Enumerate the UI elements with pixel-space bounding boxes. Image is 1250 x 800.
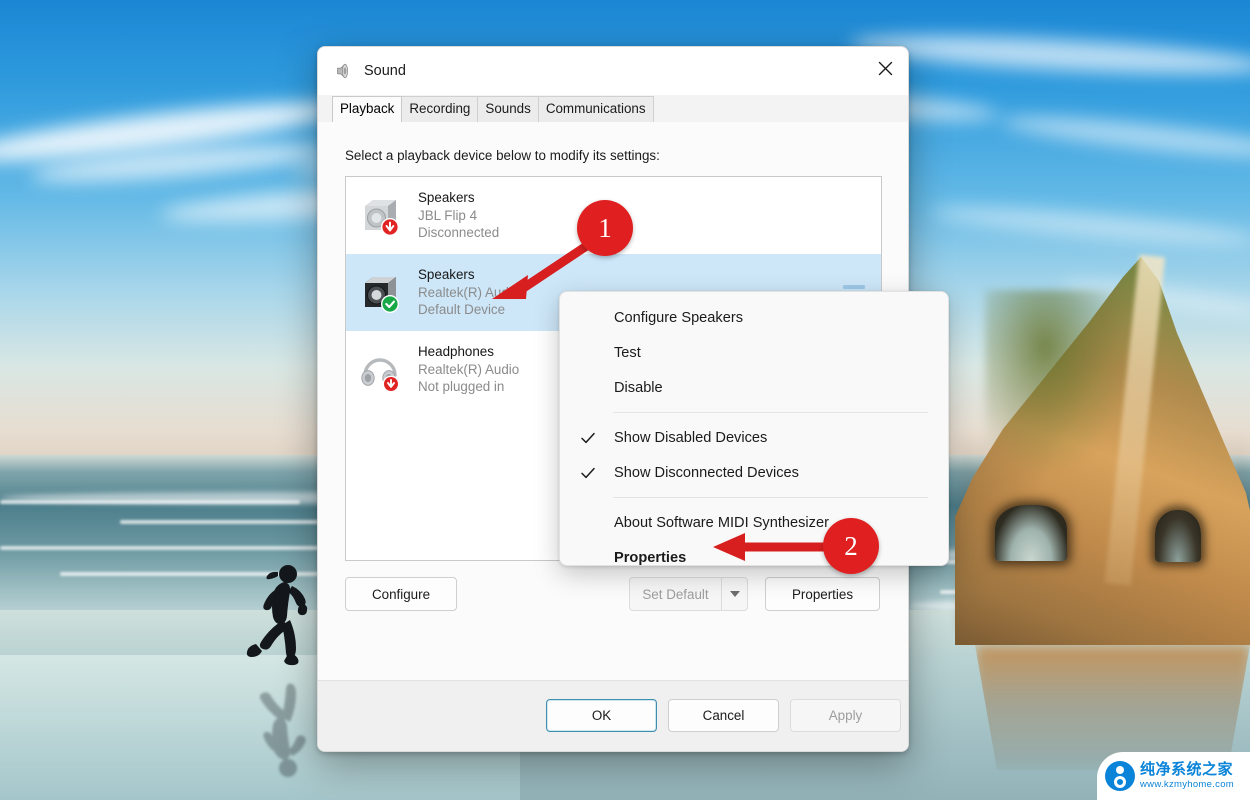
tab-communications[interactable]: Communications	[537, 96, 654, 122]
menu-item-disable[interactable]: Disable	[560, 370, 948, 405]
device-name: Speakers	[418, 190, 475, 206]
ok-button[interactable]: OK	[546, 699, 657, 732]
tab-strip: Playback Recording Sounds Communications	[318, 95, 908, 123]
rock-vegetation	[985, 290, 1135, 480]
menu-item-configure-speakers[interactable]: Configure Speakers	[560, 300, 948, 335]
menu-separator	[613, 497, 928, 498]
set-default-split-button[interactable]: Set Default	[629, 577, 748, 611]
speaker-icon	[334, 61, 354, 81]
watermark-text: 纯净系统之家 www.kzmyhome.com	[1140, 762, 1234, 790]
dialog-title: Sound	[364, 63, 406, 79]
menu-item-about-software-midi-synthesizer[interactable]: About Software MIDI Synthesizer	[560, 505, 948, 540]
watermark-logo-icon	[1105, 761, 1135, 791]
menu-item-show-disconnected-devices[interactable]: Show Disconnected Devices	[560, 455, 948, 490]
check-icon	[580, 465, 596, 481]
tab-playback[interactable]: Playback	[332, 96, 403, 122]
close-icon	[878, 61, 893, 81]
set-default-dropdown-button[interactable]	[721, 577, 748, 611]
callout-badge-2: 2	[823, 518, 879, 574]
rock-arch	[995, 505, 1067, 561]
device-driver: Realtek(R) Audio	[418, 361, 520, 377]
menu-item-test[interactable]: Test	[560, 335, 948, 370]
menu-item-label: Show Disconnected Devices	[614, 464, 799, 481]
device-info: Speakers JBL Flip 4 Disconnected	[418, 189, 499, 241]
device-status: Default Device	[418, 302, 506, 318]
runner-silhouette	[226, 560, 322, 672]
dialog-title-bar: Sound	[318, 47, 908, 95]
device-context-menu: Configure Speakers Test Disable Show Dis…	[559, 291, 949, 566]
menu-item-show-disabled-devices[interactable]: Show Disabled Devices	[560, 420, 948, 455]
device-info: Speakers Realtek(R) Audio Default Device	[418, 266, 519, 318]
rock-arch	[1155, 510, 1201, 562]
dialog-footer: OK Cancel Apply	[318, 680, 908, 751]
set-default-button[interactable]: Set Default	[629, 577, 721, 611]
speaker-box-icon	[357, 193, 403, 239]
device-action-row: Configure Set Default Properties	[345, 577, 880, 611]
cancel-button[interactable]: Cancel	[668, 699, 779, 732]
menu-item-properties[interactable]: Properties	[560, 540, 948, 575]
device-name: Headphones	[418, 344, 494, 360]
check-icon	[580, 430, 596, 446]
headphones-icon	[357, 347, 403, 393]
watermark-url: www.kzmyhome.com	[1140, 778, 1235, 790]
apply-button[interactable]: Apply	[790, 699, 901, 732]
panel-hint-text: Select a playback device below to modify…	[345, 148, 660, 163]
menu-separator	[613, 412, 928, 413]
speaker-box-icon	[357, 270, 403, 316]
device-info: Headphones Realtek(R) Audio Not plugged …	[418, 343, 519, 395]
device-status: Not plugged in	[418, 379, 505, 395]
runner-reflection	[226, 672, 322, 782]
site-watermark: 纯净系统之家 www.kzmyhome.com	[1097, 752, 1250, 800]
tab-recording[interactable]: Recording	[401, 96, 479, 122]
close-button[interactable]	[862, 47, 908, 95]
callout-badge-1: 1	[577, 200, 633, 256]
device-driver: JBL Flip 4	[418, 207, 478, 223]
device-status: Disconnected	[418, 225, 500, 241]
menu-item-label: Show Disabled Devices	[614, 429, 768, 446]
device-name: Speakers	[418, 267, 475, 283]
watermark-site-name: 纯净系统之家	[1140, 761, 1234, 779]
device-driver: Realtek(R) Audio	[418, 284, 520, 300]
device-properties-button[interactable]: Properties	[765, 577, 880, 611]
configure-button[interactable]: Configure	[345, 577, 457, 611]
tab-sounds[interactable]: Sounds	[477, 96, 539, 122]
chevron-down-icon	[729, 591, 740, 597]
